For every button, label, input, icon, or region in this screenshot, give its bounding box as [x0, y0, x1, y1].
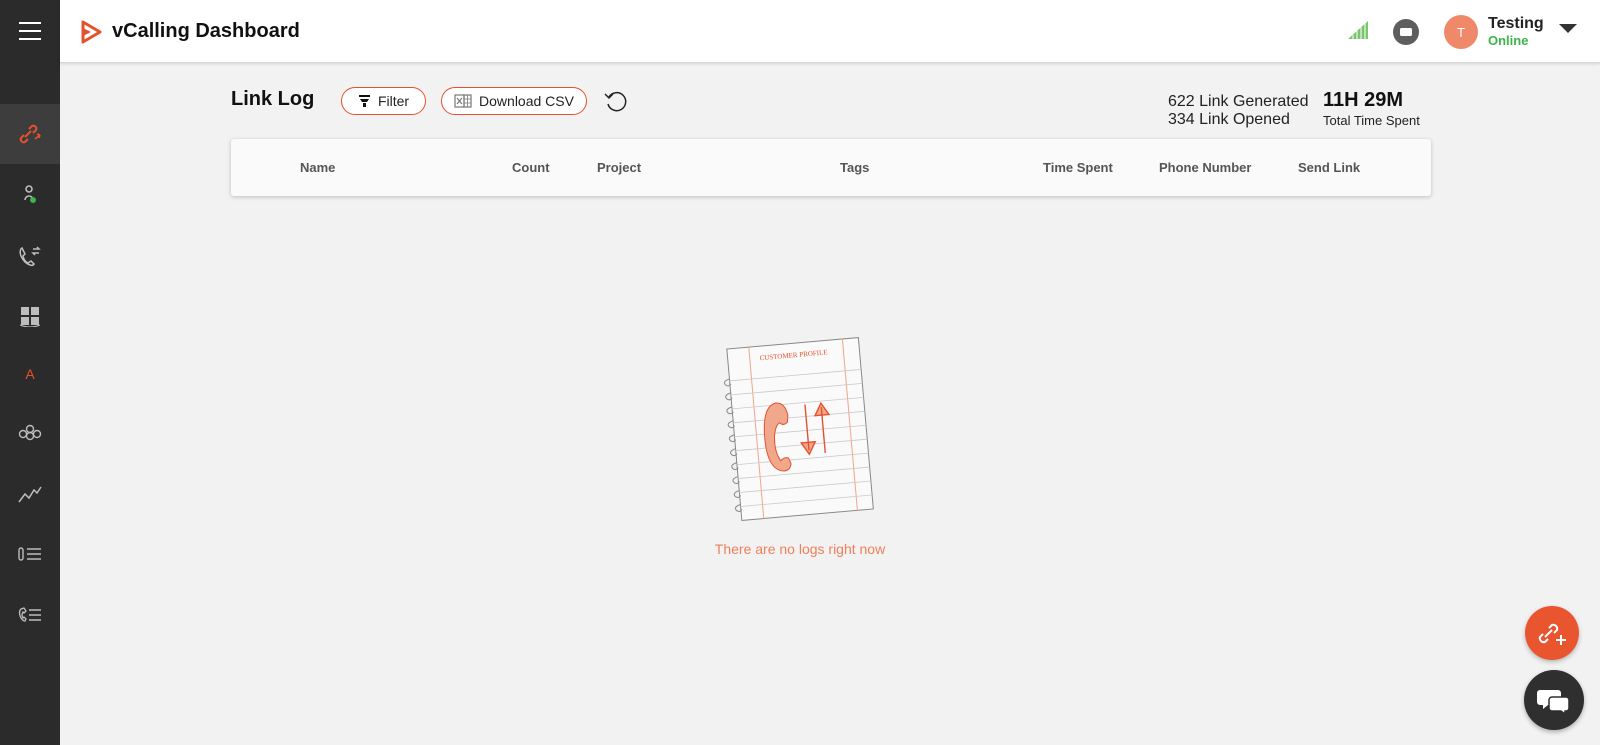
dashboard-grid-icon: [19, 307, 41, 327]
download-csv-button[interactable]: Download CSV: [441, 87, 587, 115]
chat-button[interactable]: [1524, 670, 1584, 730]
excel-file-icon: [454, 94, 472, 108]
avatar[interactable]: T: [1444, 15, 1478, 49]
analytics-chart-icon: [18, 486, 42, 503]
page-title: Link Log: [231, 88, 315, 110]
user-name: Testing: [1488, 15, 1544, 32]
table-header: Name Count Project Tags Time Spent Phone…: [231, 139, 1431, 196]
link-icon: [19, 124, 41, 144]
filter-button-label: Filter: [377, 93, 410, 109]
link-list-icon: [18, 547, 41, 561]
link-stats: 622 Link Generated 334 Link Opened: [1168, 93, 1309, 129]
team-icon: [18, 424, 42, 441]
sidebar-item-call-transfer[interactable]: [0, 226, 60, 286]
total-time-label: Total Time Spent: [1323, 113, 1420, 128]
top-header: vCalling Dashboard T Testing Online: [60, 0, 1600, 63]
sidebar-item-link-list[interactable]: [0, 524, 60, 584]
sidebar: A: [0, 0, 60, 745]
total-time-value: 11H 29M: [1323, 89, 1404, 111]
video-camera-button[interactable]: [1393, 19, 1419, 45]
link-opened-count: 334 Link Opened: [1168, 111, 1290, 128]
sidebar-item-call-log[interactable]: [0, 585, 60, 645]
column-header-phone-number[interactable]: Phone Number: [1159, 160, 1251, 175]
letter-a-icon: A: [25, 366, 35, 382]
link-add-icon: [1538, 623, 1566, 645]
sidebar-item-agents[interactable]: [0, 164, 60, 224]
refresh-icon[interactable]: [603, 89, 629, 113]
empty-state-message: There are no logs right now: [714, 541, 886, 557]
sidebar-item-link-log[interactable]: [0, 104, 60, 164]
user-status: Online: [1488, 33, 1529, 48]
sidebar-item-team[interactable]: [0, 402, 60, 462]
column-header-project[interactable]: Project: [597, 160, 641, 175]
column-header-time-spent[interactable]: Time Spent: [1043, 160, 1113, 175]
create-link-button[interactable]: [1525, 606, 1579, 660]
column-header-send-link[interactable]: Send Link: [1298, 160, 1360, 175]
sidebar-item-analytics[interactable]: [0, 463, 60, 523]
link-generated-count: 622 Link Generated: [1168, 93, 1309, 110]
sidebar-item-dashboard[interactable]: [0, 286, 60, 346]
column-header-tags[interactable]: Tags: [840, 160, 869, 175]
empty-logs-illustration: CUSTOMER PROFILE: [723, 337, 874, 521]
sidebar-item-letter-a[interactable]: A: [0, 344, 60, 404]
brand-logo-icon: [81, 20, 102, 44]
column-header-name[interactable]: Name: [300, 160, 335, 175]
app-title: vCalling Dashboard: [112, 20, 300, 42]
menu-toggle-button[interactable]: [19, 22, 41, 40]
video-camera-icon: [1400, 28, 1412, 36]
column-header-count[interactable]: Count: [512, 160, 550, 175]
filter-button[interactable]: Filter: [341, 87, 426, 115]
chat-bubbles-icon: [1537, 690, 1570, 714]
filter-icon: [358, 95, 370, 107]
call-log-icon: [18, 607, 41, 622]
call-transfer-icon: [19, 246, 41, 267]
chevron-down-icon[interactable]: [1557, 22, 1579, 36]
agent-status-icon: [24, 185, 36, 203]
download-csv-label: Download CSV: [479, 93, 574, 109]
signal-strength-icon: [1348, 21, 1368, 39]
